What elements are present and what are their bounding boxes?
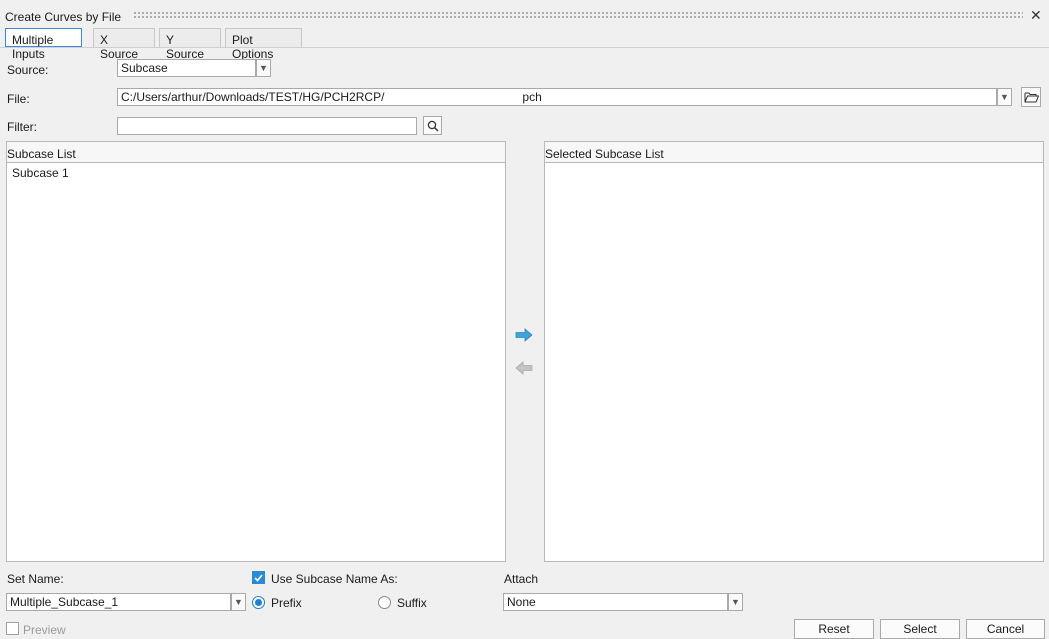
folder-open-icon[interactable] <box>1021 87 1041 107</box>
window-title: Create Curves by File <box>5 10 122 24</box>
suffix-label: Suffix <box>397 596 427 610</box>
search-icon[interactable] <box>423 116 442 135</box>
chevron-down-icon[interactable]: ▼ <box>256 59 271 77</box>
preview-label: Preview <box>23 623 66 637</box>
cancel-button[interactable]: Cancel <box>966 619 1045 639</box>
list-item[interactable]: Subcase 1 <box>7 163 505 183</box>
prefix-radio[interactable] <box>252 596 265 609</box>
drag-grip[interactable] <box>133 11 1023 20</box>
tab-divider <box>0 47 1049 48</box>
tab-plot-options[interactable]: Plot Options <box>225 28 302 61</box>
use-subcase-name-checkbox[interactable] <box>252 571 265 584</box>
subcase-list[interactable]: Subcase 1 <box>6 163 506 562</box>
selected-subcase-list[interactable] <box>544 163 1044 562</box>
prefix-label: Prefix <box>271 596 302 610</box>
file-path-prefix: C:/Users/arthur/Downloads/TEST/HG/PCH2RC… <box>121 90 385 104</box>
file-path-input[interactable]: C:/Users/arthur/Downloads/TEST/HG/PCH2RC… <box>117 88 997 106</box>
close-icon[interactable]: ✕ <box>1030 7 1042 24</box>
source-select[interactable]: Subcase <box>117 59 256 77</box>
tab-x-source[interactable]: X Source <box>93 28 155 61</box>
chevron-down-icon[interactable]: ▼ <box>997 88 1012 106</box>
subcase-list-header: Subcase List <box>6 141 506 163</box>
filter-label: Filter: <box>7 120 37 134</box>
attach-label: Attach <box>504 572 539 586</box>
arrow-right-icon[interactable] <box>515 328 535 342</box>
reset-button[interactable]: Reset <box>794 619 874 639</box>
chevron-down-icon[interactable]: ▼ <box>231 593 246 611</box>
suffix-radio[interactable] <box>378 596 391 609</box>
chevron-down-icon[interactable]: ▼ <box>728 593 743 611</box>
preview-checkbox[interactable] <box>6 622 19 635</box>
filter-input[interactable] <box>117 117 417 135</box>
set-name-input[interactable]: Multiple_Subcase_1 <box>6 593 231 611</box>
source-label: Source: <box>7 63 49 77</box>
attach-select[interactable]: None <box>503 593 728 611</box>
set-name-label: Set Name: <box>7 572 64 586</box>
arrow-left-icon[interactable] <box>515 361 535 375</box>
tab-multiple-inputs[interactable]: Multiple Inputs <box>5 28 82 61</box>
file-label: File: <box>7 92 30 106</box>
selected-subcase-list-header: Selected Subcase List <box>544 141 1044 163</box>
tab-y-source[interactable]: Y Source <box>159 28 221 61</box>
title-bar: Create Curves by File ✕ <box>0 0 1049 30</box>
file-path-suffix: pch <box>522 90 542 104</box>
select-button[interactable]: Select <box>880 619 960 639</box>
use-subcase-name-label: Use Subcase Name As: <box>271 572 398 586</box>
